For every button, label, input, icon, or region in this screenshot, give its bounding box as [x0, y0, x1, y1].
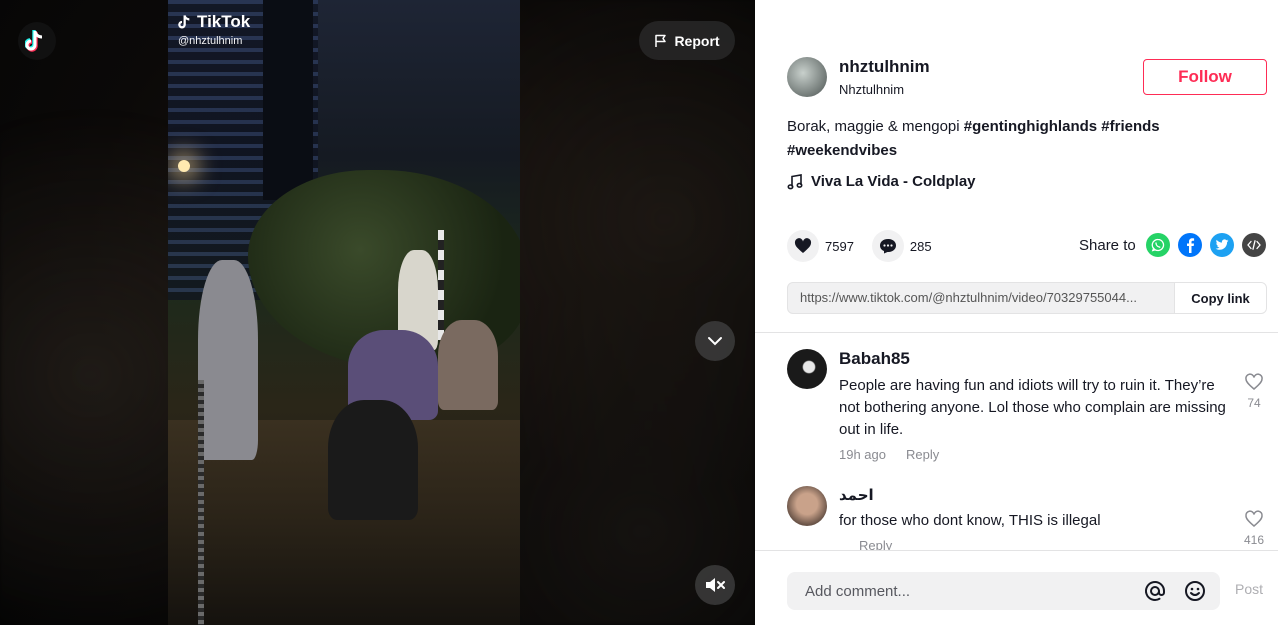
report-button[interactable]: Report	[639, 21, 735, 60]
share-label: Share to	[1079, 236, 1136, 254]
author-username[interactable]: nhztulhnim	[839, 57, 930, 77]
comment-composer: Post	[755, 550, 1278, 625]
video-watermark: TikTok @nhztulhnim	[178, 12, 250, 47]
comment-input[interactable]	[787, 582, 1140, 600]
music-link[interactable]: Viva La Vida - Coldplay	[787, 173, 976, 190]
tiktok-logo-icon[interactable]	[18, 22, 56, 60]
copy-link-button[interactable]: Copy link	[1174, 283, 1266, 313]
comment-stat[interactable]: 285	[871, 230, 932, 262]
commenter-username[interactable]: احمد	[839, 486, 1229, 504]
comment-like-count: 416	[1243, 533, 1265, 547]
share-row: Share to	[1079, 233, 1266, 257]
whatsapp-icon[interactable]	[1145, 233, 1170, 257]
tiktok-note-icon	[178, 15, 190, 29]
comment-text: for those who dont know, THIS is illegal	[839, 512, 1101, 529]
engagement-stats: 7597 285	[787, 230, 950, 262]
comment-meta: Reply	[839, 538, 1229, 550]
copy-link-box: https://www.tiktok.com/@nhztulhnim/video…	[787, 282, 1267, 314]
video-scene-chain	[198, 380, 204, 625]
embed-icon[interactable]	[1241, 233, 1266, 257]
video-pane: TikTok @nhztulhnim Report	[0, 0, 755, 625]
post-button[interactable]: Post	[1235, 581, 1263, 597]
comment-text: People are having fun and idiots will tr…	[839, 377, 1226, 438]
watermark-handle: @nhztulhnim	[178, 35, 243, 47]
heart-icon[interactable]	[787, 230, 819, 262]
speaker-muted-icon	[706, 578, 725, 592]
hashtag-link[interactable]: #gentinghighlands	[964, 118, 1097, 135]
comment-body: احمد for those who dont know, THIS is il…	[839, 486, 1229, 550]
video-scene-tower	[263, 0, 313, 200]
flag-icon	[655, 34, 667, 47]
commenter-avatar[interactable]	[787, 349, 827, 389]
hashtag-link[interactable]: #friends	[1101, 118, 1159, 135]
details-panel: nhztulhnim Nhztulhnim Follow Borak, magg…	[755, 0, 1278, 625]
next-video-button[interactable]	[695, 321, 735, 361]
video-scene-lamp	[178, 160, 190, 172]
twitter-icon[interactable]	[1209, 233, 1234, 257]
heart-outline-icon[interactable]	[1244, 510, 1264, 528]
comment-input-box	[787, 572, 1220, 610]
commenter-avatar[interactable]	[787, 486, 827, 526]
comment-item: Babah85 People are having fun and idiots…	[787, 349, 1267, 479]
commenter-username[interactable]: Babah85	[839, 349, 1229, 369]
video-description: Borak, maggie & mengopi #gentinghighland…	[787, 115, 1227, 163]
comment-item: احمد for those who dont know, THIS is il…	[787, 486, 1267, 550]
heart-outline-icon[interactable]	[1244, 373, 1264, 391]
author-info[interactable]: nhztulhnim Nhztulhnim	[787, 57, 930, 97]
chevron-down-icon	[708, 337, 722, 346]
reply-button[interactable]: Reply	[906, 447, 939, 462]
emoji-icon[interactable]	[1180, 576, 1210, 606]
description-text: Borak, maggie & mengopi	[787, 118, 960, 135]
comment-list[interactable]: Babah85 People are having fun and idiots…	[755, 333, 1278, 550]
report-label: Report	[674, 32, 720, 49]
music-title: Viva La Vida - Coldplay	[811, 173, 976, 190]
music-note-icon	[787, 173, 803, 189]
reply-button[interactable]: Reply	[859, 538, 892, 550]
like-count: 7597	[825, 238, 854, 254]
follow-button[interactable]: Follow	[1143, 59, 1267, 95]
watermark-brand: TikTok	[178, 12, 250, 32]
mute-button[interactable]	[695, 565, 735, 605]
comment-like-count: 74	[1247, 396, 1261, 410]
video-url[interactable]: https://www.tiktok.com/@nhztulhnim/video…	[788, 283, 1174, 313]
author-avatar[interactable]	[787, 57, 827, 97]
video-scene-person	[438, 320, 498, 410]
watermark-brand-text: TikTok	[197, 12, 251, 31]
hashtag-link[interactable]: #weekendvibes	[787, 142, 897, 159]
facebook-icon[interactable]	[1177, 233, 1202, 257]
like-stat[interactable]: 7597	[787, 230, 854, 262]
video-scene-person	[328, 400, 418, 520]
video-scene-person	[198, 260, 258, 460]
comment-like[interactable]: 74	[1239, 373, 1269, 410]
comment-bubble-icon[interactable]	[871, 230, 904, 262]
comment-time: 19h ago	[839, 447, 886, 462]
comment-count: 285	[909, 238, 932, 254]
mention-icon[interactable]	[1140, 576, 1170, 606]
video-player[interactable]	[168, 0, 520, 625]
author-nickname: Nhztulhnim	[839, 82, 905, 97]
comment-body: Babah85 People are having fun and idiots…	[839, 349, 1229, 462]
comment-like[interactable]: 416	[1239, 510, 1269, 547]
comment-meta: 19h ago Reply	[839, 447, 1229, 462]
video-scene-pole	[438, 230, 444, 340]
